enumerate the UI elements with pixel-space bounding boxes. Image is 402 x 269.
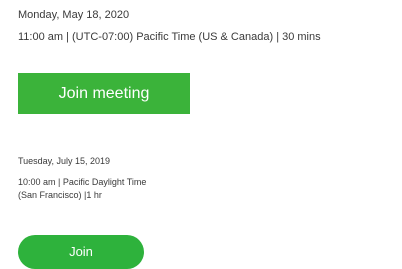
join-meeting-button[interactable]: Join meeting [18,73,190,114]
meeting-time-line-2: (San Francisco) |1 hr [18,190,102,200]
meeting-time-line-1: 10:00 am | Pacific Daylight Time [18,177,147,187]
meeting-date-secondary: Tuesday, July 15, 2019 [18,156,111,166]
meeting-time-details-secondary: 10:00 am | Pacific Daylight Time (San Fr… [18,176,218,202]
meeting-time-details: 11:00 am | (UTC-07:00) Pacific Time (US … [18,31,321,43]
join-button[interactable]: Join [18,235,144,269]
meeting-date: Monday, May 18, 2020 [18,9,130,21]
